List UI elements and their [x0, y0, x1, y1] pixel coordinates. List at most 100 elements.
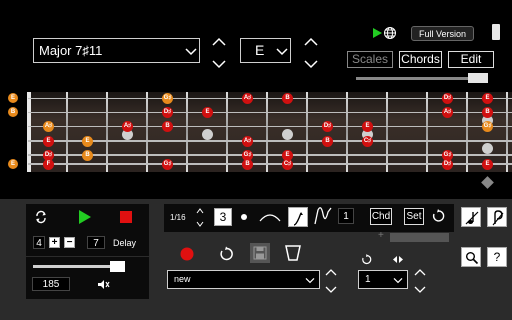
play-icon[interactable]	[78, 209, 92, 225]
loop-icon[interactable]	[34, 210, 48, 224]
set-button[interactable]: Set	[404, 208, 424, 225]
scale-note[interactable]: E	[43, 136, 54, 147]
key-down-icon[interactable]	[303, 58, 319, 70]
repeat-select-value: 1	[365, 274, 371, 285]
clef-button[interactable]	[487, 207, 507, 227]
notation-button[interactable]	[461, 207, 481, 227]
scale-down-icon[interactable]	[211, 58, 227, 70]
scale-select[interactable]: Major 7♯11	[33, 38, 200, 63]
reload-icon[interactable]	[218, 246, 234, 262]
scale-note[interactable]: E	[202, 107, 213, 118]
scale-note[interactable]: B	[322, 136, 333, 147]
globe-icon[interactable]	[383, 26, 397, 40]
plus-button[interactable]: +	[49, 237, 60, 248]
repeat-icon[interactable]	[361, 254, 372, 265]
zoom-slider-track[interactable]	[356, 77, 474, 80]
help-button[interactable]: ?	[487, 247, 507, 267]
string-line	[28, 140, 512, 142]
repeat-select[interactable]: 1	[358, 270, 408, 289]
fret-inlay	[202, 129, 213, 140]
scale-note[interactable]: D♯	[322, 121, 333, 132]
scale-note[interactable]: D♯	[162, 107, 173, 118]
scale-note[interactable]: F	[43, 159, 54, 170]
slur-icon[interactable]	[258, 209, 282, 223]
undo-icon[interactable]	[431, 209, 445, 223]
note-icon	[465, 211, 479, 225]
bend-button[interactable]	[288, 207, 308, 227]
scale-note[interactable]: B	[82, 150, 93, 161]
fret-line	[466, 92, 468, 172]
scale-note[interactable]: A♯	[43, 121, 54, 132]
scale-note[interactable]: D♯	[442, 93, 453, 104]
record-icon[interactable]	[180, 247, 194, 261]
zoom-slider-thumb[interactable]	[468, 73, 488, 83]
volume-slider-thumb[interactable]	[110, 261, 125, 272]
delay-value[interactable]: 7	[87, 236, 105, 249]
scale-select-value: Major 7♯11	[39, 43, 103, 58]
string-line	[28, 154, 512, 156]
note-length-value[interactable]: 1/16	[170, 213, 186, 222]
down-icon[interactable]	[413, 285, 427, 295]
open-string-note[interactable]: E	[8, 93, 18, 103]
scale-note[interactable]: A♯	[242, 93, 253, 104]
fret-line	[346, 92, 348, 172]
edit-button[interactable]: Edit	[448, 51, 494, 68]
up-icon[interactable]	[324, 267, 338, 277]
scale-note[interactable]: E	[362, 121, 373, 132]
scale-note[interactable]: E	[82, 136, 93, 147]
scale-note[interactable]: A♯	[122, 121, 133, 132]
scales-button[interactable]: Scales	[347, 51, 393, 68]
full-version-button[interactable]: Full Version	[411, 26, 474, 41]
track-bar[interactable]	[390, 233, 449, 242]
scale-note[interactable]: E	[482, 93, 493, 104]
string-line	[28, 98, 512, 99]
count-value[interactable]: 4	[33, 236, 45, 249]
dot-icon[interactable]	[240, 213, 248, 221]
up-icon[interactable]	[413, 267, 427, 277]
scale-note[interactable]: B	[282, 93, 293, 104]
swap-icon[interactable]	[392, 254, 404, 265]
add-track-button[interactable]: +	[378, 230, 384, 241]
fret-line	[106, 92, 108, 172]
tempo-value[interactable]: 185	[32, 277, 70, 291]
chords-button[interactable]: Chords	[399, 51, 442, 68]
key-select[interactable]: E	[240, 38, 291, 63]
open-string-note[interactable]: E	[8, 159, 18, 169]
delay-label: Delay	[113, 238, 137, 248]
open-string-note[interactable]: B	[8, 107, 18, 117]
scale-note[interactable]: B	[482, 107, 493, 118]
key-up-icon[interactable]	[303, 36, 319, 48]
step-value[interactable]: 3	[214, 208, 232, 226]
chord-button[interactable]: Chd	[370, 208, 392, 225]
fret-inlay	[482, 143, 493, 154]
scale-note[interactable]: G♯	[162, 159, 173, 170]
trash-icon[interactable]	[285, 244, 301, 262]
scale-note[interactable]: G♯	[482, 121, 493, 132]
scale-note[interactable]: G♯	[162, 93, 173, 104]
scale-note[interactable]: B	[162, 121, 173, 132]
mute-icon[interactable]	[97, 279, 110, 290]
scale-note[interactable]: A♯	[442, 107, 453, 118]
scale-note[interactable]: E	[482, 159, 493, 170]
down-icon[interactable]	[196, 220, 204, 228]
play-icon[interactable]	[371, 27, 383, 39]
scale-note[interactable]: C♯	[282, 159, 293, 170]
scale-up-icon[interactable]	[211, 36, 227, 48]
search-icon	[466, 252, 479, 265]
sequence-select[interactable]: new	[167, 270, 320, 289]
fret-line	[186, 92, 188, 172]
bend-icon	[293, 212, 303, 226]
scale-note[interactable]: D♯	[442, 159, 453, 170]
scale-note[interactable]: A♯	[242, 136, 253, 147]
up-icon[interactable]	[196, 207, 204, 215]
save-button[interactable]	[250, 243, 270, 263]
minus-button[interactable]: −	[64, 237, 75, 248]
scale-note[interactable]: B	[242, 159, 253, 170]
stop-button[interactable]	[120, 211, 132, 223]
down-icon[interactable]	[324, 285, 338, 295]
menu-toggle[interactable]	[492, 24, 500, 40]
chain-value[interactable]: 1	[338, 208, 354, 224]
scale-note[interactable]: C♯	[362, 136, 373, 147]
search-button[interactable]	[461, 247, 481, 267]
vibrato-icon[interactable]	[313, 206, 335, 226]
